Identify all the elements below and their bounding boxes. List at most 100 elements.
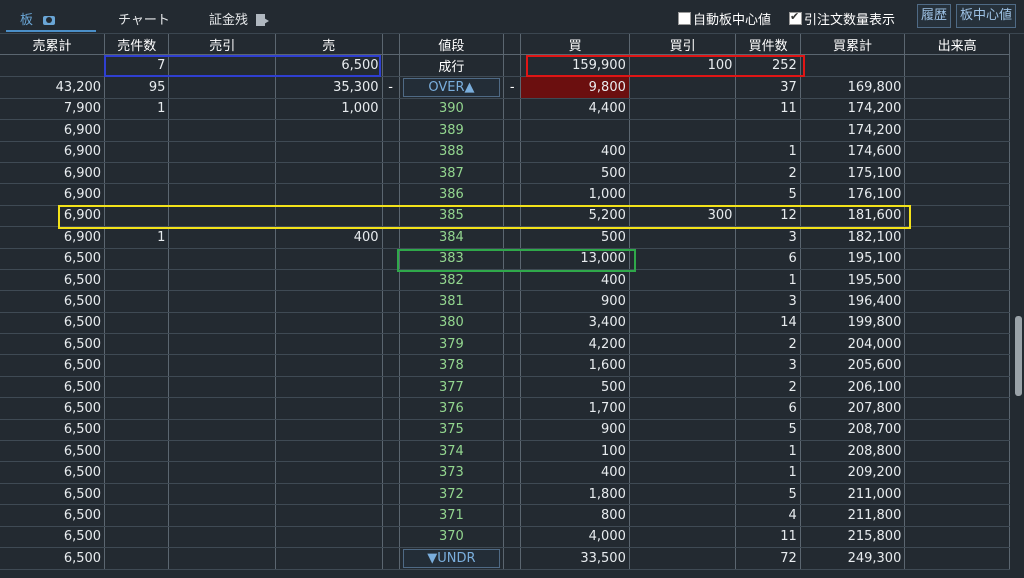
cell-left-gutter	[382, 461, 400, 484]
cell-buy-cumulative: 182,100	[800, 226, 906, 249]
cell-buy-qty[interactable]: 500	[520, 162, 630, 185]
cell-price[interactable]: 388	[399, 141, 505, 163]
cell-sell-qty[interactable]: 1,000	[275, 98, 383, 121]
cell-sell-qty[interactable]	[275, 461, 383, 484]
cell-price[interactable]: 372	[399, 483, 505, 506]
cell-price[interactable]: 384	[399, 226, 505, 249]
tab-margin-balance[interactable]: 証金残	[209, 9, 270, 28]
cell-buy-qty[interactable]: 800	[520, 504, 630, 527]
cell-sell-qty[interactable]	[275, 119, 383, 142]
cell-price[interactable]: 385	[399, 205, 505, 228]
table-row: 6,900 389 174,200	[0, 119, 1010, 142]
cell-buy-qty[interactable]	[520, 119, 630, 142]
cell-buy-qty[interactable]: 159,900	[520, 54, 630, 77]
active-tab-indicator	[6, 30, 96, 32]
over-button[interactable]: OVER▲	[402, 77, 501, 97]
cell-buy-qty[interactable]: 1,700	[520, 397, 630, 420]
cell-sell-cumulative: 43,200	[0, 76, 106, 99]
cell-buy-qty[interactable]: 1,600	[520, 354, 630, 377]
history-button[interactable]: 履歴	[917, 4, 952, 28]
cell-buy-qty[interactable]: 400	[520, 269, 630, 292]
cell-buy-qty[interactable]: 4,200	[520, 333, 630, 356]
cell-buy-qty[interactable]: 1,000	[520, 183, 630, 206]
cell-sell-qty[interactable]	[275, 504, 383, 527]
cell-buy-qty[interactable]: 500	[520, 226, 630, 249]
cell-buy-qty[interactable]: 3,400	[520, 312, 630, 335]
cell-price[interactable]: 382	[399, 269, 505, 292]
cell-sell-qty[interactable]	[275, 419, 383, 442]
scrollbar-thumb[interactable]	[1015, 316, 1022, 396]
cell-buy-qty[interactable]: 13,000	[520, 248, 630, 270]
cell-volume	[904, 440, 1010, 463]
cell-buy-qty[interactable]: 100	[520, 440, 630, 463]
cell-buy-qty[interactable]: 900	[520, 419, 630, 442]
cell-price[interactable]: 375	[399, 419, 505, 442]
cell-price[interactable]: 379	[399, 333, 505, 356]
cell-sell-qty[interactable]	[275, 526, 383, 548]
cell-sell-cumulative: 6,900	[0, 119, 106, 142]
cell-sell-hiki	[168, 162, 276, 185]
cell-sell-qty[interactable]	[275, 312, 383, 335]
cell-sell-qty[interactable]	[275, 483, 383, 506]
cell-price[interactable]: 387	[399, 162, 505, 185]
cell-price[interactable]: 386	[399, 183, 505, 206]
cell-left-gutter	[382, 141, 400, 163]
cell-sell-qty[interactable]	[275, 354, 383, 377]
cell-buy-qty[interactable]: 400	[520, 461, 630, 484]
tab-chart[interactable]: チャート	[118, 9, 170, 28]
cell-sell-qty[interactable]	[275, 397, 383, 420]
cell-buy-qty[interactable]: 33,500	[520, 547, 630, 570]
cell-sell-qty[interactable]	[275, 440, 383, 463]
cell-sell-qty[interactable]	[275, 248, 383, 270]
cell-sell-qty[interactable]	[275, 269, 383, 292]
cell-buy-qty[interactable]: 4,000	[520, 526, 630, 548]
cell-buy-qty[interactable]: 4,400	[520, 98, 630, 121]
tab-board[interactable]: 板	[20, 9, 56, 28]
cell-sell-qty[interactable]	[275, 141, 383, 163]
cell-buy-qty[interactable]: 400	[520, 141, 630, 163]
cell-sell-qty[interactable]: 400	[275, 226, 383, 249]
cell-price[interactable]: 378	[399, 354, 505, 377]
cell-price[interactable]: 376	[399, 397, 505, 420]
col-buy: 買	[520, 34, 630, 56]
cell-price[interactable]: 380	[399, 312, 505, 335]
cell-sell-qty[interactable]: 6,500	[275, 54, 383, 77]
cell-sell-qty[interactable]	[275, 290, 383, 313]
camera-icon[interactable]	[43, 16, 56, 25]
cell-buy-cumulative: 195,500	[800, 269, 906, 292]
auto-center-checkbox-box[interactable]	[678, 12, 691, 25]
cell-price[interactable]: 389	[399, 119, 505, 142]
cell-sell-qty[interactable]	[275, 333, 383, 356]
auto-center-checkbox[interactable]: 自動板中心値	[678, 9, 771, 28]
cell-price[interactable]: 371	[399, 504, 505, 527]
cell-sell-qty[interactable]	[275, 162, 383, 185]
cell-buy-count: 5	[735, 183, 801, 206]
board-center-button[interactable]: 板中心値	[956, 4, 1017, 28]
cell-price[interactable]: 390	[399, 98, 505, 121]
cell-price[interactable]: 374	[399, 440, 505, 463]
cell-price[interactable]: 373	[399, 461, 505, 484]
export-icon[interactable]	[256, 14, 270, 26]
under-button[interactable]: ▼UNDR	[402, 548, 501, 568]
show-hikichu-checkbox-box[interactable]	[789, 10, 802, 25]
cell-sell-qty[interactable]: 35,300	[275, 76, 383, 99]
cell-sell-qty[interactable]	[275, 376, 383, 399]
cell-sell-qty[interactable]	[275, 547, 383, 570]
tab-margin-balance-label: 証金残	[209, 13, 249, 28]
cell-buy-qty[interactable]: 500	[520, 376, 630, 399]
table-row: 6,500 380 3,400 14 199,800	[0, 312, 1010, 335]
cell-price[interactable]: 370	[399, 526, 505, 548]
show-hikichu-checkbox[interactable]: 引注文数量表示	[789, 9, 895, 28]
cell-price[interactable]: 377	[399, 376, 505, 399]
cell-buy-qty[interactable]: 9,800	[520, 76, 630, 99]
cell-price[interactable]: 381	[399, 290, 505, 313]
cell-sell-qty[interactable]	[275, 205, 383, 228]
cell-buy-qty[interactable]: 900	[520, 290, 630, 313]
cell-sell-qty[interactable]	[275, 183, 383, 206]
cell-buy-qty[interactable]: 5,200	[520, 205, 630, 228]
cell-buy-hiki	[629, 376, 737, 399]
cell-price[interactable]: 383	[399, 248, 505, 270]
cell-buy-count: 3	[735, 354, 801, 377]
cell-sell-cumulative: 6,500	[0, 248, 106, 270]
cell-buy-qty[interactable]: 1,800	[520, 483, 630, 506]
